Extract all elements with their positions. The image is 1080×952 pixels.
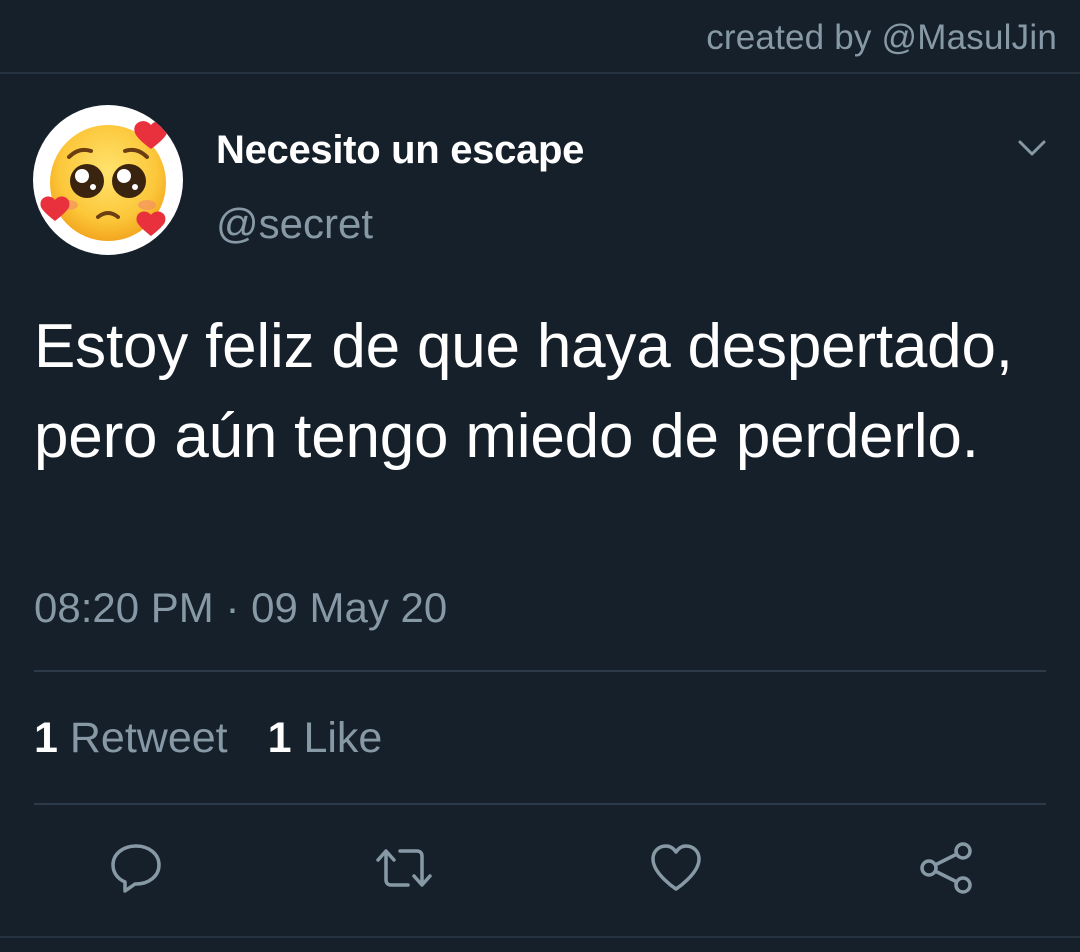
credit-text: created by @MasulJin [706,18,1057,57]
retweet-icon [376,849,432,887]
divider [34,670,1046,672]
tweet-timestamp[interactable]: 08:20 PM · 09 May 20 [34,584,447,632]
display-name[interactable]: Necesito un escape [216,128,584,173]
retweet-button[interactable] [372,840,432,896]
likes-count: 1 [267,714,292,762]
likes-label: Like [303,714,383,762]
avatar[interactable] [33,105,183,255]
retweets-count: 1 [34,714,58,762]
more-options-button[interactable] [1012,128,1052,168]
share-button[interactable] [916,840,972,896]
pleading-face-emoji-icon [40,121,168,241]
divider [34,803,1046,805]
tweet-stats: 1 Retweet 1 Like [34,714,410,763]
heart-icon [651,844,701,891]
user-handle[interactable]: @secret [216,200,373,248]
reply-button[interactable] [108,840,164,896]
tweet-text: Estoy feliz de que haya despertado, pero… [34,312,1013,471]
reply-bubble-icon [111,844,161,893]
credit-bar: created by @MasulJin [0,0,1080,74]
likes-stat[interactable]: 1 Like [268,714,383,763]
retweets-stat[interactable]: 1 Retweet [34,714,228,763]
share-icon [920,842,972,894]
like-button[interactable] [648,840,704,896]
bottom-divider [0,936,1080,938]
chevron-down-icon [1018,140,1046,156]
retweets-label: Retweet [69,714,228,762]
